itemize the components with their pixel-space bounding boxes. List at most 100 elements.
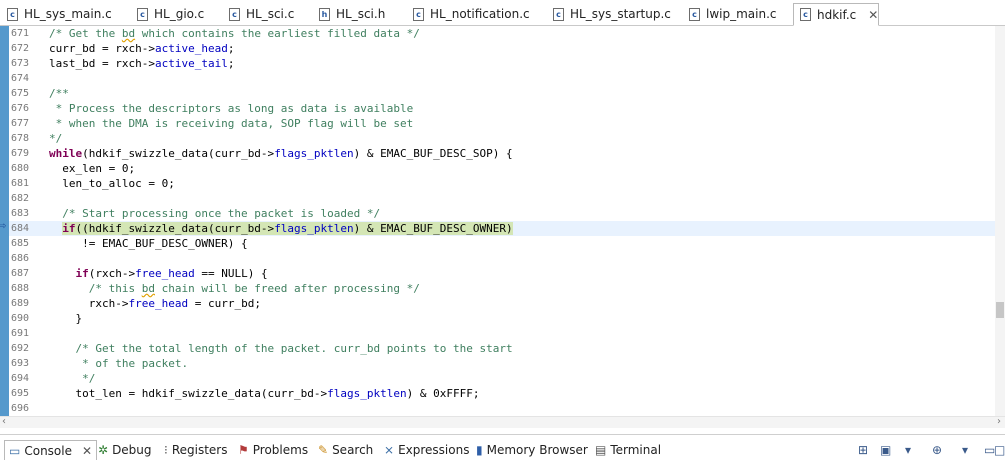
- code-line[interactable]: 695 tot_len = hdkif_swizzle_data(curr_bd…: [9, 386, 995, 401]
- line-number: 677: [11, 118, 30, 129]
- code-token: flags_pktlen: [327, 387, 407, 400]
- code-line[interactable]: 696: [9, 401, 995, 416]
- editor-tab-lwip-main-c[interactable]: c lwip_main.c: [682, 3, 778, 25]
- editor-tab-hl-notification-c[interactable]: c HL_notification.c: [406, 3, 531, 25]
- code-editor[interactable]: ⇨ 671 /* Get the bd which contains the ea…: [0, 26, 1005, 416]
- scroll-left-arrow-icon[interactable]: ‹: [2, 416, 6, 427]
- panel-tab-registers[interactable]: ⁝ Registers: [164, 441, 228, 459]
- code-line[interactable]: 692 /* Get the total length of the packe…: [9, 341, 995, 356]
- code-line[interactable]: 693 * of the packet.: [9, 356, 995, 371]
- tab-label: HL_sci.c: [246, 7, 295, 21]
- code-line[interactable]: 682: [9, 191, 995, 206]
- code-text: curr_bd = rxch->active_head;: [49, 41, 234, 56]
- open-console-icon[interactable]: ⊕: [932, 443, 942, 457]
- panel-tab-debug[interactable]: ✲ Debug: [98, 441, 152, 459]
- code-line[interactable]: 691: [9, 326, 995, 341]
- c-file-icon: c: [137, 7, 148, 21]
- code-line[interactable]: 675 /**: [9, 86, 995, 101]
- annotation-ruler[interactable]: ⇨: [0, 26, 9, 416]
- code-line[interactable]: 687 if(rxch->free_head == NULL) {: [9, 266, 995, 281]
- code-token: ;: [227, 42, 235, 55]
- code-token: last_bd = rxch->: [49, 57, 155, 70]
- panel-tab-memory-browser[interactable]: ▮ Memory Browser: [476, 441, 588, 459]
- code-token: */: [49, 372, 96, 385]
- code-line[interactable]: 685 != EMAC_BUF_DESC_OWNER) {: [9, 236, 995, 251]
- code-text: /* this bd chain will be freed after pro…: [49, 281, 420, 296]
- code-text: len_to_alloc = 0;: [49, 176, 175, 191]
- horizontal-scrollbar[interactable]: ‹ ›: [0, 416, 1005, 428]
- code-line[interactable]: 673 last_bd = rxch->active_tail;: [9, 56, 995, 71]
- panel-tab-terminal[interactable]: ▤ Terminal: [595, 441, 661, 459]
- code-line[interactable]: 683 /* Start processing once the packet …: [9, 206, 995, 221]
- display-console-icon[interactable]: ▣: [880, 443, 891, 457]
- h-file-icon: h: [319, 7, 330, 21]
- code-line[interactable]: 679 while(hdkif_swizzle_data(curr_bd->fla…: [9, 146, 995, 161]
- open-dropdown-icon[interactable]: ▾: [962, 443, 968, 457]
- new-console-icon[interactable]: ⊞: [858, 443, 868, 457]
- code-line[interactable]: 689 rxch->free_head = curr_bd;: [9, 296, 995, 311]
- close-panel-tab-icon[interactable]: ✕: [82, 444, 92, 458]
- c-file-icon: c: [7, 7, 18, 21]
- code-lines[interactable]: 671 /* Get the bd which contains the earl…: [9, 26, 995, 416]
- code-line[interactable]: 680 ex_len = 0;: [9, 161, 995, 176]
- panel-tab-label: Debug: [112, 443, 152, 457]
- display-dropdown-icon[interactable]: ▾: [905, 443, 911, 457]
- debug-icon: ✲: [98, 443, 109, 457]
- code-line[interactable]: 694 */: [9, 371, 995, 386]
- editor-tab-hl-sys-main-c[interactable]: c HL_sys_main.c: [0, 3, 113, 25]
- line-number: 690: [11, 313, 30, 324]
- current-code-line[interactable]: 684 if((hdkif_swizzle_data(curr_bd->flag…: [9, 221, 995, 236]
- panel-tab-label: Terminal: [610, 443, 662, 457]
- line-number: 685: [11, 238, 30, 249]
- panel-tab-search[interactable]: ✎ Search: [318, 441, 373, 459]
- panel-tab-problems[interactable]: ⚑ Problems: [238, 441, 308, 459]
- vertical-scroll-thumb[interactable]: [996, 302, 1004, 318]
- bottom-panel-tab-bar: ▭ Console ✕ ✲ Debug ⁝ Registers ⚑ Problems ✎ Searc…: [0, 434, 1005, 464]
- code-line[interactable]: 671 /* Get the bd which contains the earl…: [9, 26, 995, 41]
- editor-tab-bar: c HL_sys_main.c c HL_gio.c c HL_sci.c h HL_sci.…: [0, 0, 1005, 26]
- code-line[interactable]: 677 * when the DMA is receiving data, SO…: [9, 116, 995, 131]
- code-token: /**: [49, 87, 69, 100]
- panel-tab-label: Search: [332, 443, 374, 457]
- editor-tab-hl-sci-h[interactable]: h HL_sci.h: [312, 3, 386, 25]
- code-token: rxch->: [49, 297, 129, 310]
- vertical-scrollbar[interactable]: [995, 26, 1005, 416]
- line-number: 673: [11, 58, 30, 69]
- editor-tab-hdkif-c[interactable]: c hdkif.c ✕: [793, 3, 880, 26]
- code-line[interactable]: 686: [9, 251, 995, 266]
- memory-browser-icon: ▮: [476, 443, 483, 457]
- code-line[interactable]: 678 */: [9, 131, 995, 146]
- panel-tab-label: Problems: [252, 443, 309, 457]
- code-line[interactable]: 681 len_to_alloc = 0;: [9, 176, 995, 191]
- c-file-icon: c: [413, 7, 424, 21]
- line-number: 689: [11, 298, 30, 309]
- code-line[interactable]: 676 * Process the descriptors as long as…: [9, 101, 995, 116]
- line-number: 674: [11, 73, 30, 84]
- tab-label: hdkif.c: [817, 7, 857, 22]
- code-text: while(hdkif_swizzle_data(curr_bd->flags_…: [49, 146, 513, 161]
- editor-tab-hl-gio-c[interactable]: c HL_gio.c: [130, 3, 205, 25]
- code-line[interactable]: 674: [9, 71, 995, 86]
- close-tab-icon[interactable]: ✕: [868, 8, 878, 22]
- code-text: */: [49, 371, 95, 386]
- code-token: ) & EMAC_BUF_DESC_OWNER): [353, 222, 513, 235]
- code-token: /* Get the: [49, 27, 122, 40]
- scroll-right-arrow-icon[interactable]: ›: [997, 416, 1001, 427]
- maximize-icon[interactable]: □: [994, 443, 1005, 457]
- line-number: 680: [11, 163, 30, 174]
- code-text: /**: [49, 86, 69, 101]
- code-line[interactable]: 690 }: [9, 311, 995, 326]
- code-token: /* Start processing once the packet is l…: [49, 207, 381, 220]
- code-line[interactable]: 672 curr_bd = rxch->active_head;: [9, 41, 995, 56]
- editor-tab-hl-sci-c[interactable]: c HL_sci.c: [222, 3, 295, 25]
- panel-tab-console[interactable]: ▭ Console ✕: [4, 440, 98, 460]
- code-text: if(rxch->free_head == NULL) {: [49, 266, 268, 281]
- panel-tab-expressions[interactable]: ⨯ Expressions: [384, 441, 469, 459]
- line-number: 695: [11, 388, 30, 399]
- line-number: 678: [11, 133, 30, 144]
- editor-tab-hl-sys-startup-c[interactable]: c HL_sys_startup.c: [546, 3, 672, 25]
- code-line[interactable]: 688 /* this bd chain will be freed after…: [9, 281, 995, 296]
- code-text: ex_len = 0;: [49, 161, 135, 176]
- code-token: flags_pktlen: [274, 147, 354, 160]
